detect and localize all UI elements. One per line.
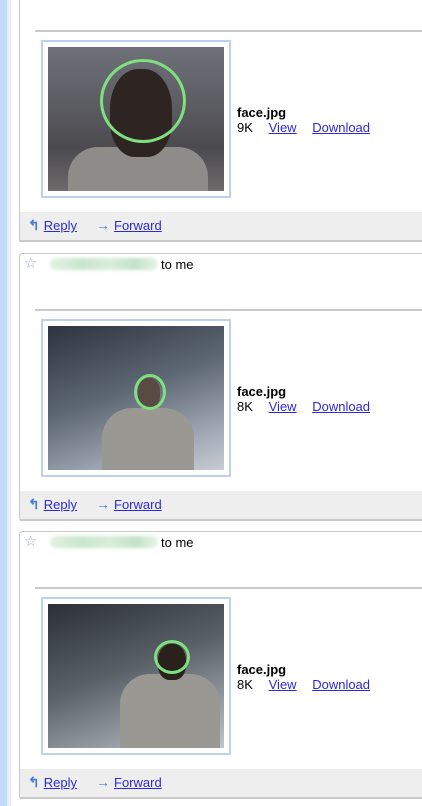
message-actions: ↰ Reply → Forward xyxy=(20,769,422,797)
attachment-meta: 8K View Download xyxy=(237,399,370,414)
message-separator xyxy=(35,30,422,32)
forward-button[interactable]: → Forward xyxy=(96,496,162,512)
conversation-rail xyxy=(0,0,11,806)
recipient-label: to me xyxy=(161,535,194,550)
attachment-thumbnail[interactable] xyxy=(41,597,231,755)
message-separator xyxy=(35,587,422,589)
attachment-size: 8K xyxy=(237,677,253,692)
face-photo xyxy=(48,604,224,748)
attachment-thumbnail[interactable] xyxy=(41,319,231,477)
reply-arrow-icon: ↰ xyxy=(28,217,40,233)
face-photo xyxy=(48,47,224,191)
message-separator xyxy=(35,309,422,311)
attachment-filename: face.jpg xyxy=(237,662,287,677)
message-card: ☆ to me face.jpg 8K View Download ↰ Reply… xyxy=(19,253,422,522)
reply-arrow-icon: ↰ xyxy=(28,774,40,790)
attachment-filename: face.jpg xyxy=(237,105,287,120)
message-actions: ↰ Reply → Forward xyxy=(20,212,422,240)
forward-button[interactable]: → Forward xyxy=(96,774,162,790)
star-icon[interactable]: ☆ xyxy=(24,534,37,550)
forward-arrow-icon: → xyxy=(96,774,110,790)
reply-label[interactable]: Reply xyxy=(44,497,77,512)
view-link[interactable]: View xyxy=(269,399,297,414)
sender-name-redacted xyxy=(50,536,158,548)
message-card: ☆ to me face.jpg 8K View Download ↰ Reply… xyxy=(19,531,422,800)
reply-label[interactable]: Reply xyxy=(44,218,77,233)
face-detection-circle xyxy=(100,59,186,143)
forward-arrow-icon: → xyxy=(96,496,110,512)
attachment-thumbnail[interactable] xyxy=(41,40,231,198)
recipient-label: to me xyxy=(161,257,194,272)
attachment-size: 8K xyxy=(237,399,253,414)
message-card: face.jpg 9K View Download ↰ Reply → Forwar… xyxy=(19,0,422,242)
view-link[interactable]: View xyxy=(269,677,297,692)
forward-label[interactable]: Forward xyxy=(114,497,162,512)
message-actions: ↰ Reply → Forward xyxy=(20,491,422,519)
view-link[interactable]: View xyxy=(269,120,297,135)
face-photo xyxy=(48,326,224,470)
attachment-filename: face.jpg xyxy=(237,384,287,399)
reply-label[interactable]: Reply xyxy=(44,775,77,790)
download-link[interactable]: Download xyxy=(312,120,370,135)
attachment-meta: 8K View Download xyxy=(237,677,370,692)
sender-name-redacted xyxy=(50,258,158,270)
reply-button[interactable]: ↰ Reply xyxy=(28,774,77,791)
face-detection-circle xyxy=(134,374,166,410)
attachment-size: 9K xyxy=(237,120,253,135)
reply-arrow-icon: ↰ xyxy=(28,496,40,512)
forward-label[interactable]: Forward xyxy=(114,218,162,233)
reply-button[interactable]: ↰ Reply xyxy=(28,496,77,513)
download-link[interactable]: Download xyxy=(312,677,370,692)
forward-button[interactable]: → Forward xyxy=(96,217,162,233)
message-header[interactable]: ☆ to me xyxy=(20,532,420,554)
download-link[interactable]: Download xyxy=(312,399,370,414)
forward-arrow-icon: → xyxy=(96,217,110,233)
message-header[interactable]: ☆ to me xyxy=(20,254,420,276)
forward-label[interactable]: Forward xyxy=(114,775,162,790)
face-detection-circle xyxy=(154,640,190,674)
attachment-meta: 9K View Download xyxy=(237,120,370,135)
star-icon[interactable]: ☆ xyxy=(24,256,37,272)
reply-button[interactable]: ↰ Reply xyxy=(28,217,77,234)
